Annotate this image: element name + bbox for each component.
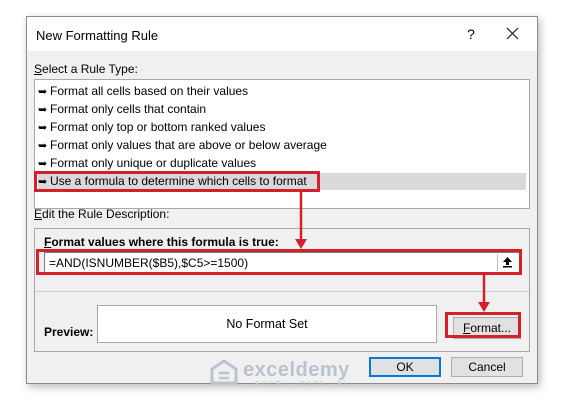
cancel-button[interactable]: Cancel	[451, 357, 523, 377]
watermark-name: exceldemy	[243, 359, 350, 381]
new-formatting-rule-dialog: New Formatting Rule ? Select a Rule Type…	[26, 16, 538, 388]
exceldemy-logo-icon	[210, 359, 238, 385]
arrow-head-icon	[295, 239, 307, 249]
annotation-arrows	[295, 192, 490, 312]
ok-button[interactable]: OK	[369, 357, 441, 377]
watermark-tagline: EXCEL · DATA · BI	[255, 381, 348, 388]
arrow-head-icon	[478, 302, 490, 312]
